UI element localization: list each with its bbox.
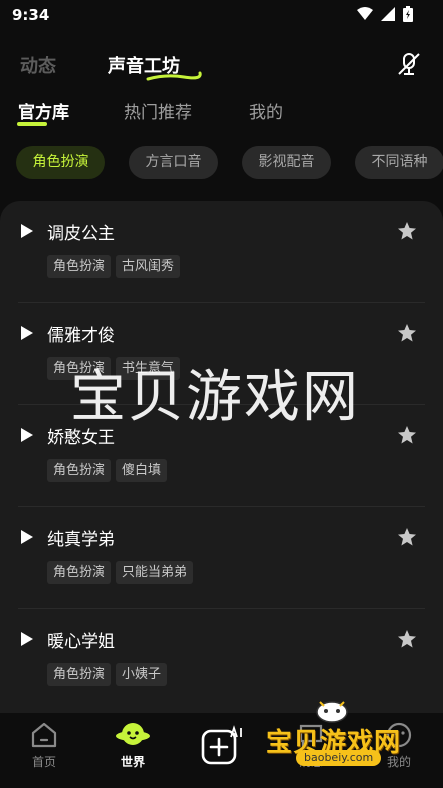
- tag-list: 角色扮演 只能当弟弟: [47, 561, 194, 584]
- tag: 角色扮演: [47, 561, 112, 584]
- status-time: 9:34: [12, 6, 50, 24]
- ai-create-icon: [201, 725, 242, 765]
- sub-tabs: 官方库 热门推荐 我的: [0, 98, 443, 126]
- logo-url: baobeiy.com: [296, 750, 382, 766]
- subtab-official[interactable]: 官方库: [18, 98, 69, 123]
- nav-world[interactable]: 世界: [98, 721, 168, 770]
- tag: 角色扮演: [47, 255, 112, 278]
- tag: 古风闺秀: [116, 255, 181, 278]
- site-logo-watermark: 宝贝游戏网 baobeiy.com: [266, 700, 416, 770]
- list-item[interactable]: 调皮公主 角色扮演 古风闺秀: [0, 201, 443, 303]
- tag: 只能当弟弟: [116, 561, 194, 584]
- nav-ai-create[interactable]: [187, 723, 257, 771]
- tag: 角色扮演: [47, 663, 112, 686]
- star-icon[interactable]: [397, 323, 417, 343]
- play-icon[interactable]: [20, 631, 34, 647]
- tab-dynamics[interactable]: 动态: [20, 52, 56, 78]
- chip-film-dubbing[interactable]: 影视配音: [242, 146, 331, 179]
- gamepad-mascot-icon: [316, 701, 348, 723]
- voice-title: 调皮公主: [47, 224, 115, 244]
- chip-dialect[interactable]: 方言口音: [129, 146, 218, 179]
- voice-title: 儒雅才俊: [47, 326, 115, 346]
- tag: 小姨子: [116, 663, 168, 686]
- tag-list: 角色扮演 傻白填: [47, 459, 168, 482]
- voice-title: 暖心学姐: [47, 632, 115, 652]
- star-icon[interactable]: [397, 221, 417, 241]
- battery-icon: [403, 6, 413, 22]
- nav-home[interactable]: 首页: [9, 721, 79, 770]
- list-item[interactable]: 纯真学弟 角色扮演 只能当弟弟: [0, 507, 443, 609]
- voice-list: 调皮公主 角色扮演 古风闺秀 儒雅才俊 角色扮演 书生意气 娇憨女王 角色扮演 …: [0, 201, 443, 713]
- star-icon[interactable]: [397, 527, 417, 547]
- chip-languages[interactable]: 不同语种: [355, 146, 443, 179]
- tag: 傻白填: [116, 459, 168, 482]
- star-icon[interactable]: [397, 425, 417, 445]
- play-icon[interactable]: [20, 223, 34, 239]
- play-icon[interactable]: [20, 529, 34, 545]
- voice-title: 纯真学弟: [47, 530, 115, 550]
- category-chips: 角色扮演 方言口音 影视配音 不同语种: [0, 146, 443, 180]
- signal-icon: [381, 7, 395, 21]
- play-icon[interactable]: [20, 427, 34, 443]
- subtab-hot[interactable]: 热门推荐: [124, 98, 192, 123]
- tag-list: 角色扮演 小姨子: [47, 663, 168, 686]
- wifi-icon: [357, 7, 373, 20]
- tag-list: 角色扮演 古风闺秀: [47, 255, 181, 278]
- home-icon: [31, 722, 57, 748]
- star-icon[interactable]: [397, 629, 417, 649]
- nav-home-label: 首页: [31, 755, 56, 769]
- nav-world-label: 世界: [120, 755, 145, 769]
- play-icon[interactable]: [20, 325, 34, 341]
- mic-off-icon[interactable]: [395, 50, 423, 78]
- list-item[interactable]: 暖心学姐 角色扮演 小姨子: [0, 609, 443, 711]
- chip-role-play[interactable]: 角色扮演: [16, 146, 105, 179]
- status-icons: [357, 6, 413, 22]
- planet-icon: [116, 723, 150, 745]
- active-tab-underline: [146, 71, 202, 81]
- tag: 角色扮演: [47, 459, 112, 482]
- watermark-text: 宝贝游戏网: [70, 365, 360, 430]
- top-nav: 动态 声音工坊: [0, 48, 443, 82]
- status-bar: 9:34: [0, 0, 443, 32]
- subtab-underline: [17, 122, 47, 126]
- subtab-mine[interactable]: 我的: [249, 98, 283, 123]
